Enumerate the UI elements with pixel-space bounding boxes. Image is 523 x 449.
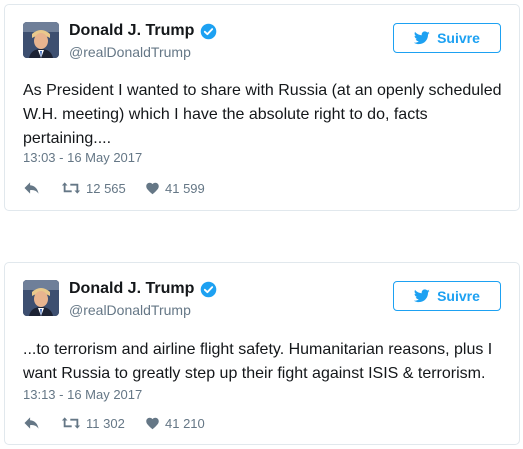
reply-button[interactable] [23,181,61,195]
follow-button-label: Suivre [437,288,480,304]
author-name-text[interactable]: Donald J. Trump [69,22,194,40]
tweet-actions: 12 565 41 599 [23,179,205,197]
retweet-icon [61,182,81,194]
retweet-count: 12 565 [86,180,126,196]
retweet-button[interactable]: 12 565 [61,181,145,196]
twitter-bird-icon [414,289,430,303]
tweet-actions: 11 302 41 210 [23,414,205,432]
heart-icon [146,182,159,195]
like-count: 41 599 [165,180,205,196]
author-name-text[interactable]: Donald J. Trump [69,280,194,298]
tweet-timestamp[interactable]: 13:13 - 16 May 2017 [23,387,142,402]
tweet-text: ...to terrorism and airline flight safet… [23,341,493,382]
author-handle[interactable]: @realDonaldTrump [69,302,191,318]
like-button[interactable]: 41 210 [145,416,205,431]
follow-button[interactable]: Suivre [393,23,501,53]
twitter-bird-icon [414,31,430,45]
retweet-count: 11 302 [86,415,125,431]
verified-badge-icon [201,23,217,39]
reply-icon [24,182,39,194]
like-count: 41 210 [165,415,205,431]
author-handle[interactable]: @realDonaldTrump [69,44,191,60]
avatar[interactable] [23,22,59,58]
author-name[interactable]: Donald J. Trump [69,22,217,40]
tweet-card: Donald J. Trump @realDonaldTrump Suivre … [4,262,520,445]
retweet-button[interactable]: 11 302 [61,416,145,431]
retweet-icon [61,417,81,429]
heart-icon [146,417,159,430]
tweet-timestamp[interactable]: 13:03 - 16 May 2017 [23,150,142,165]
follow-button[interactable]: Suivre [393,281,501,311]
like-button[interactable]: 41 599 [145,181,205,196]
author-name[interactable]: Donald J. Trump [69,280,217,298]
reply-icon [24,417,39,429]
verified-badge-icon [201,281,217,297]
follow-button-label: Suivre [437,30,480,46]
avatar[interactable] [23,280,59,316]
reply-button[interactable] [23,416,61,430]
tweet-text: As President I wanted to share with Russ… [23,82,502,147]
tweet-card: Donald J. Trump @realDonaldTrump Suivre … [4,4,520,211]
